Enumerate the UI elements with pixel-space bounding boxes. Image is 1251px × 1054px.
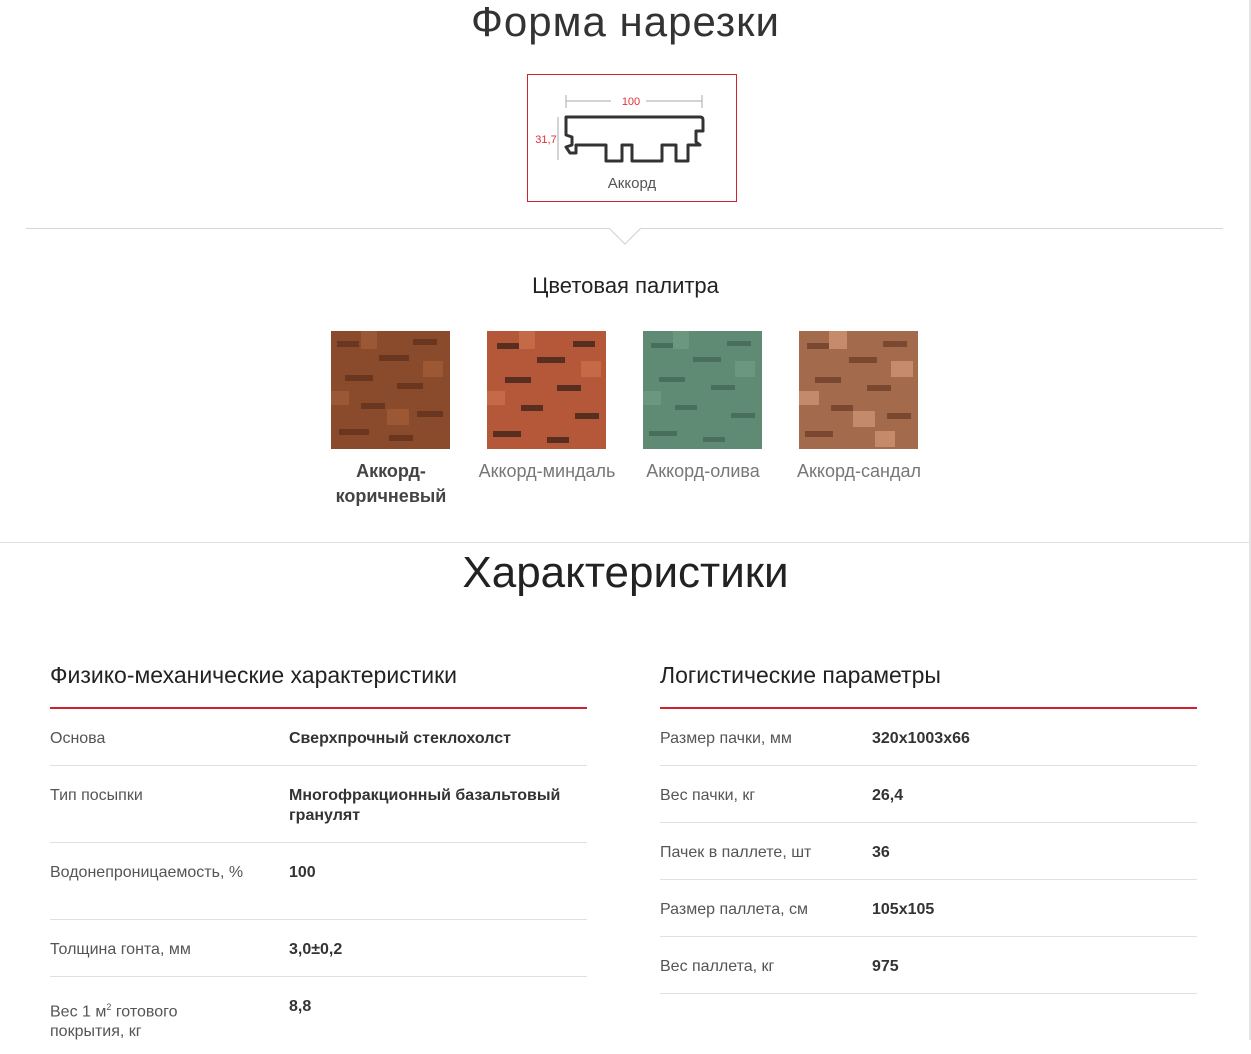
characteristics-title: Характеристики bbox=[462, 548, 789, 597]
row-value: 320x1003x66 bbox=[872, 730, 970, 747]
row-label: Водонепроницаемость, % bbox=[50, 864, 244, 881]
swatch-akkord-almond[interactable]: Аккорд-миндаль bbox=[479, 331, 615, 484]
row-label: Толщина гонта, мм bbox=[50, 941, 191, 958]
section-separator bbox=[0, 542, 1251, 543]
palette-title: Цветовая палитра bbox=[532, 273, 719, 298]
divider-arrow-icon bbox=[609, 227, 641, 245]
swatch-image bbox=[331, 331, 450, 449]
table-row: Вес пачки, кг 26,4 bbox=[660, 766, 1197, 823]
row-label: Основа bbox=[50, 730, 106, 747]
swatch-name: Аккорд-сандал bbox=[796, 461, 922, 481]
swatch-name: Аккорд-миндаль bbox=[478, 461, 616, 481]
height-dimension-label: 31,7 bbox=[535, 134, 556, 146]
physical-characteristics-heading: Физико-механические характеристики bbox=[50, 658, 587, 709]
swatch-image bbox=[799, 331, 918, 449]
table-row: Вес паллета, кг 975 bbox=[660, 937, 1197, 994]
swatch-name: Аккорд-олива bbox=[646, 461, 760, 481]
row-value: 36 bbox=[872, 844, 890, 861]
row-label: Тип посыпки bbox=[50, 787, 143, 804]
row-label: Пачек в паллете, шт bbox=[660, 844, 812, 861]
row-value: 100 bbox=[289, 864, 316, 881]
row-value: 8,8 bbox=[289, 998, 312, 1015]
table-row: Водонепроницаемость, % 100 bbox=[50, 843, 587, 920]
table-row: Тип посыпки Многофракционный базальтовый… bbox=[50, 766, 587, 843]
table-row: Пачек в паллете, шт 36 bbox=[660, 823, 1197, 880]
row-value: 26,4 bbox=[872, 787, 904, 804]
swatch-name: Аккорд-коричневый bbox=[335, 461, 447, 506]
row-label: Размер паллета, см bbox=[660, 901, 808, 918]
width-dimension-label: 100 bbox=[622, 96, 640, 108]
table-row: Размер пачки, мм 320x1003x66 bbox=[660, 709, 1197, 766]
row-value: 105x105 bbox=[872, 901, 935, 918]
table-row: Основа Сверхпрочный стеклохолст bbox=[50, 709, 587, 766]
swatch-akkord-brown[interactable]: Аккорд-коричневый bbox=[331, 331, 450, 509]
swatch-image bbox=[643, 331, 762, 449]
row-label: Вес паллета, кг bbox=[660, 958, 775, 975]
cut-shape-title: Форма нарезки bbox=[471, 0, 780, 45]
row-label: Вес 1 м2 готового покрытия, кг bbox=[50, 1002, 178, 1041]
row-value: Многофракционный базальтовый гранулят bbox=[289, 787, 561, 824]
table-row: Размер паллета, см 105x105 bbox=[660, 880, 1197, 937]
table-row: Толщина гонта, мм 3,0±0,2 bbox=[50, 920, 587, 977]
row-value: Сверхпрочный стеклохолст bbox=[289, 730, 511, 747]
row-value: 3,0±0,2 bbox=[289, 941, 343, 958]
shingle-shape-drawing: 100 31,7 bbox=[535, 95, 705, 163]
swatch-image bbox=[487, 331, 606, 449]
cut-shape-name: Аккорд bbox=[607, 175, 657, 192]
cut-shape-card[interactable]: 100 31,7 Аккорд bbox=[527, 74, 737, 202]
row-label: Вес пачки, кг bbox=[660, 787, 756, 804]
logistics-table: Логистические параметры Размер пачки, мм… bbox=[660, 658, 1197, 994]
logistics-heading: Логистические параметры bbox=[660, 658, 1197, 709]
row-value: 975 bbox=[872, 958, 899, 975]
physical-characteristics-table: Физико-механические характеристики Основ… bbox=[50, 658, 587, 1054]
row-label: Размер пачки, мм bbox=[660, 730, 792, 747]
table-row: Вес 1 м2 готового покрытия, кг 8,8 bbox=[50, 977, 587, 1054]
swatch-akkord-sandal[interactable]: Аккорд-сандал bbox=[797, 331, 921, 484]
swatch-akkord-olive[interactable]: Аккорд-олива bbox=[643, 331, 762, 484]
